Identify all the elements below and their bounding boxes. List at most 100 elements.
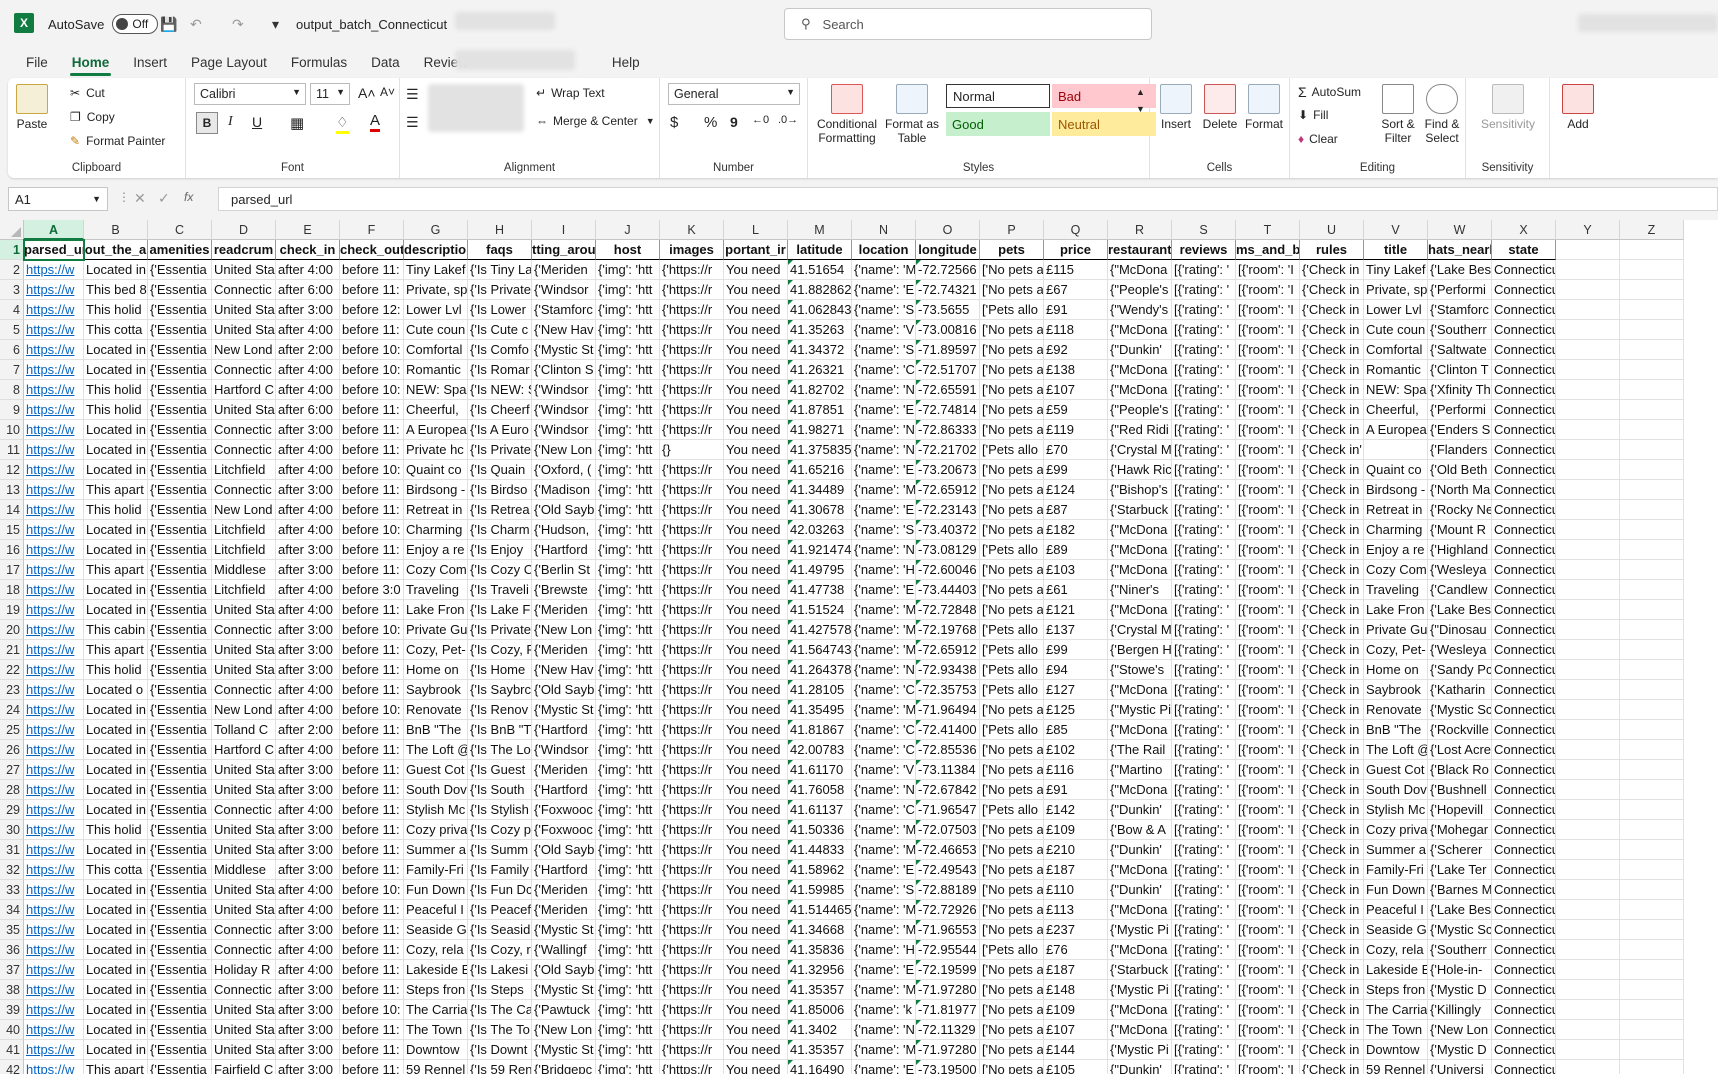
table-cell[interactable]: before 11: bbox=[340, 660, 404, 680]
table-cell[interactable]: £142 bbox=[1044, 800, 1108, 820]
table-cell[interactable]: [{'room': 'I bbox=[1236, 320, 1300, 340]
table-cell[interactable]: {"People's bbox=[1108, 280, 1172, 300]
table-cell[interactable]: {'Essentia bbox=[148, 900, 212, 920]
table-cell[interactable]: {'img': 'htt bbox=[596, 600, 660, 620]
table-cell[interactable]: [{'rating': ' bbox=[1172, 920, 1236, 940]
table-cell[interactable]: https://w bbox=[24, 860, 84, 880]
table-cell[interactable]: {'Hawk Ric bbox=[1108, 460, 1172, 480]
table-cell[interactable]: ['Pets allo bbox=[980, 680, 1044, 700]
table-cell[interactable]: before 10: bbox=[340, 520, 404, 540]
table-cell[interactable]: {'Is Charm bbox=[468, 520, 532, 540]
table-cell[interactable]: {"McDona bbox=[1108, 780, 1172, 800]
table-cell[interactable]: {'New Lon bbox=[1428, 1020, 1492, 1040]
table-cell[interactable]: {'name': 'S bbox=[852, 340, 916, 360]
table-cell[interactable]: £91 bbox=[1044, 780, 1108, 800]
table-cell[interactable]: {'Bridgepc bbox=[532, 1060, 596, 1074]
decrease-decimal-icon[interactable]: .0→ bbox=[778, 114, 798, 126]
table-cell[interactable]: before 11: bbox=[340, 1060, 404, 1074]
table-cell[interactable] bbox=[1556, 820, 1620, 840]
table-cell[interactable]: {'img': 'htt bbox=[596, 780, 660, 800]
undo-icon[interactable]: ↶ bbox=[190, 12, 202, 36]
table-cell[interactable]: after 3:00 bbox=[276, 640, 340, 660]
table-cell[interactable]: {"Red Ridi bbox=[1108, 420, 1172, 440]
table-cell[interactable]: 41.35263 bbox=[788, 320, 852, 340]
table-cell[interactable]: BnB "The bbox=[404, 720, 468, 740]
table-cell[interactable]: ['No pets a bbox=[980, 560, 1044, 580]
table-cell[interactable]: [{'rating': ' bbox=[1172, 940, 1236, 960]
table-cell[interactable]: {'Essentia bbox=[148, 440, 212, 460]
table-cell[interactable] bbox=[1620, 620, 1684, 640]
table-cell[interactable]: Cheerful, bbox=[1364, 400, 1428, 420]
table-cell[interactable]: {'name': 'M bbox=[852, 700, 916, 720]
row-header[interactable]: 29 bbox=[0, 800, 24, 820]
table-cell[interactable] bbox=[1556, 360, 1620, 380]
table-cell[interactable]: {'Essentia bbox=[148, 640, 212, 660]
row-header[interactable]: 15 bbox=[0, 520, 24, 540]
table-cell[interactable]: You need bbox=[724, 900, 788, 920]
table-cell[interactable]: £124 bbox=[1044, 480, 1108, 500]
table-cell[interactable]: {'Flanders bbox=[1428, 440, 1492, 460]
table-cell[interactable]: {'Check in bbox=[1300, 360, 1364, 380]
table-cell[interactable]: Located in bbox=[84, 760, 148, 780]
table-cell[interactable]: {"McDona bbox=[1108, 860, 1172, 880]
table-cell[interactable]: £113 bbox=[1044, 900, 1108, 920]
table-cell[interactable]: [{'rating': ' bbox=[1172, 1060, 1236, 1074]
table-cell[interactable]: {'Stamforc bbox=[532, 300, 596, 320]
table-cell[interactable]: This holid bbox=[84, 820, 148, 840]
table-cell[interactable]: before 11: bbox=[340, 840, 404, 860]
table-cell[interactable]: Connecticut bbox=[1492, 820, 1556, 840]
table-cell[interactable]: £91 bbox=[1044, 300, 1108, 320]
row-header[interactable]: 3 bbox=[0, 280, 24, 300]
table-cell[interactable] bbox=[1620, 400, 1684, 420]
table-cell[interactable]: Comfortal bbox=[404, 340, 468, 360]
table-cell[interactable]: after 4:00 bbox=[276, 700, 340, 720]
table-cell[interactable]: {'Mystic St bbox=[532, 980, 596, 1000]
header-cell[interactable]: hats_nearl bbox=[1428, 240, 1492, 260]
table-cell[interactable]: Cozy Com bbox=[1364, 560, 1428, 580]
table-cell[interactable]: {'Essentia bbox=[148, 340, 212, 360]
table-cell[interactable]: {"McDona bbox=[1108, 940, 1172, 960]
table-cell[interactable]: Connecticut bbox=[1492, 500, 1556, 520]
table-cell[interactable]: Downtow bbox=[1364, 1040, 1428, 1060]
table-cell[interactable]: -72.72566 bbox=[916, 260, 980, 280]
table-cell[interactable]: ['No pets a bbox=[980, 320, 1044, 340]
table-cell[interactable]: {'img': 'htt bbox=[596, 1000, 660, 1020]
table-cell[interactable]: [{'room': 'I bbox=[1236, 920, 1300, 940]
table-cell[interactable]: https://w bbox=[24, 320, 84, 340]
table-cell[interactable]: Lower Lvl bbox=[404, 300, 468, 320]
table-cell[interactable]: {'Essentia bbox=[148, 840, 212, 860]
table-cell[interactable]: {'Is Private bbox=[468, 280, 532, 300]
table-cell[interactable]: https://w bbox=[24, 1040, 84, 1060]
table-cell[interactable]: after 4:00 bbox=[276, 380, 340, 400]
row-header[interactable]: 30 bbox=[0, 820, 24, 840]
table-cell[interactable]: https://w bbox=[24, 420, 84, 440]
table-cell[interactable]: Private Gu bbox=[404, 620, 468, 640]
table-cell[interactable]: Private, sp bbox=[404, 280, 468, 300]
table-cell[interactable]: The Loft @ bbox=[1364, 740, 1428, 760]
table-cell[interactable]: United Sta bbox=[212, 760, 276, 780]
table-cell[interactable]: {"Dinosau bbox=[1428, 620, 1492, 640]
table-cell[interactable]: Fairfield C bbox=[212, 1060, 276, 1074]
table-cell[interactable]: {'Essentia bbox=[148, 700, 212, 720]
table-cell[interactable]: {'img': 'htt bbox=[596, 540, 660, 560]
table-cell[interactable] bbox=[1556, 640, 1620, 660]
table-cell[interactable]: [{'room': 'I bbox=[1236, 740, 1300, 760]
table-cell[interactable]: -72.67842 bbox=[916, 780, 980, 800]
table-cell[interactable]: {'Check in bbox=[1300, 560, 1364, 580]
table-cell[interactable]: {'https://r bbox=[660, 680, 724, 700]
table-cell[interactable] bbox=[1620, 860, 1684, 880]
table-cell[interactable]: {'Is BnB "T bbox=[468, 720, 532, 740]
table-cell[interactable]: {'name': 'C bbox=[852, 680, 916, 700]
table-cell[interactable]: {'Clinton S bbox=[532, 360, 596, 380]
table-cell[interactable]: United Sta bbox=[212, 260, 276, 280]
row-header[interactable]: 10 bbox=[0, 420, 24, 440]
table-cell[interactable]: [{'rating': ' bbox=[1172, 380, 1236, 400]
table-cell[interactable]: 41.35357 bbox=[788, 1040, 852, 1060]
table-cell[interactable]: Located in bbox=[84, 740, 148, 760]
table-cell[interactable]: {'New Hav bbox=[532, 320, 596, 340]
save-icon[interactable]: 💾 bbox=[160, 12, 177, 36]
table-cell[interactable]: {'Is Enjoy bbox=[468, 540, 532, 560]
table-cell[interactable]: Located in bbox=[84, 600, 148, 620]
table-cell[interactable] bbox=[1620, 1020, 1684, 1040]
table-cell[interactable]: £105 bbox=[1044, 1060, 1108, 1074]
